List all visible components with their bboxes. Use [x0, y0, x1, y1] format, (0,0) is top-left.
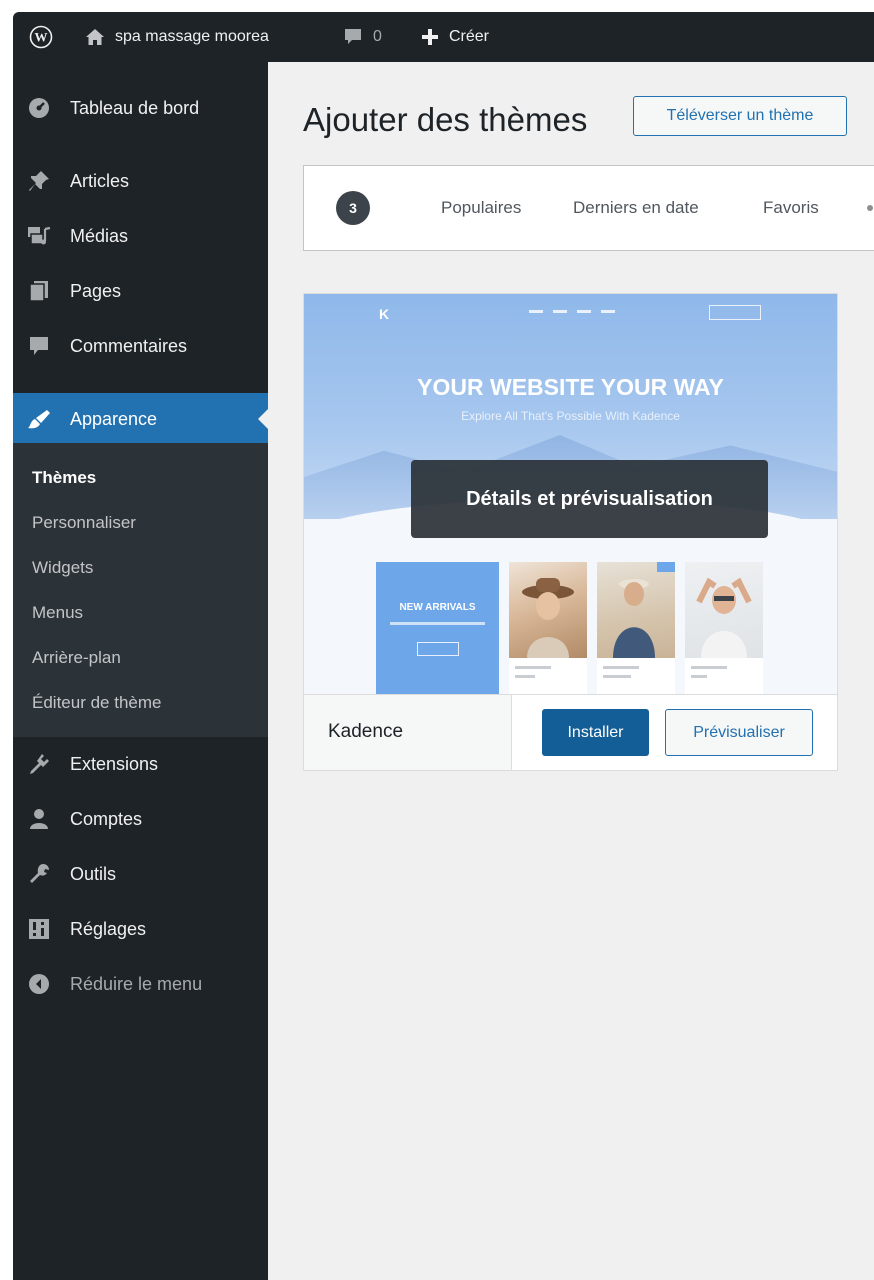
theme-filter-bar: 3 Populaires Derniers en date Favoris	[303, 165, 874, 251]
comments-count: 0	[373, 28, 382, 45]
sidebar-item-articles[interactable]: Articles	[13, 159, 268, 203]
kadence-logo-icon: K	[379, 306, 390, 322]
create-label: Créer	[449, 28, 490, 45]
filter-overflow-indicator	[867, 205, 873, 211]
sidebar-item-label: Extensions	[70, 753, 159, 774]
site-name: spa massage moorea	[115, 28, 269, 45]
pages-icon	[27, 279, 51, 303]
site-name-link[interactable]: spa massage moorea	[85, 12, 269, 62]
users-icon	[27, 807, 51, 831]
submenu-item-menus[interactable]: Menus	[32, 603, 83, 623]
pin-icon	[27, 169, 51, 193]
sidebar-item-commentaires[interactable]: Commentaires	[13, 324, 268, 368]
brush-icon	[27, 407, 51, 431]
sidebar-item-label: Réglages	[70, 918, 147, 939]
create-new-link[interactable]: Créer	[421, 12, 489, 62]
submenu-item-arriere-plan[interactable]: Arrière-plan	[32, 648, 121, 668]
home-icon	[85, 28, 105, 46]
product-photo	[685, 562, 763, 658]
submenu-item-themes[interactable]: Thèmes	[32, 468, 96, 488]
media-icon	[27, 224, 51, 248]
details-preview-overlay[interactable]: Détails et prévisualisation	[411, 460, 768, 538]
filter-derniers[interactable]: Derniers en date	[573, 198, 699, 218]
collapse-menu-label: Réduire le menu	[70, 973, 203, 994]
preview-product-tiles: NEW ARRIVALS	[376, 562, 766, 694]
submenu-item-widgets[interactable]: Widgets	[32, 558, 93, 578]
product-photo	[509, 562, 587, 658]
product-tile	[509, 562, 587, 694]
theme-name-area: Kadence	[304, 695, 512, 770]
appearance-submenu: Thèmes Personnaliser Widgets Menus Arriè…	[13, 443, 268, 737]
comment-icon	[343, 28, 363, 46]
page-title: Ajouter des thèmes	[303, 101, 588, 138]
sidebar-item-label: Pages	[70, 280, 122, 301]
plugin-icon	[27, 752, 51, 776]
upload-theme-button[interactable]: Téléverser un thème	[633, 96, 847, 136]
admin-bar: W spa massage moorea 0 Créer	[13, 12, 874, 62]
active-indicator	[258, 409, 268, 429]
sidebar-item-reglages[interactable]: Réglages	[13, 907, 268, 951]
filter-populaires[interactable]: Populaires	[441, 198, 521, 218]
theme-count-badge: 3	[336, 191, 370, 225]
admin-sidebar: Tableau de bord Articles Médias Pages Co	[13, 62, 268, 1280]
sidebar-item-label: Apparence	[70, 408, 158, 429]
comment-icon	[27, 334, 51, 358]
sidebar-item-label: Commentaires	[70, 335, 188, 356]
svg-text:W: W	[35, 30, 48, 45]
sidebar-item-label: Comptes	[70, 808, 143, 829]
submenu-item-editeur-theme[interactable]: Éditeur de thème	[32, 693, 161, 713]
plus-icon	[421, 28, 439, 46]
wrench-icon	[27, 862, 51, 886]
sidebar-item-apparence[interactable]: Apparence	[13, 393, 268, 445]
preview-nav-button	[709, 305, 761, 320]
sidebar-item-pages[interactable]: Pages	[13, 269, 268, 313]
sidebar-item-comptes[interactable]: Comptes	[13, 797, 268, 841]
product-tile	[597, 562, 675, 694]
collapse-arrow-icon	[27, 972, 51, 996]
filter-favoris[interactable]: Favoris	[763, 198, 819, 218]
preview-hero-subtitle: Explore All That's Possible With Kadence	[461, 409, 680, 423]
sidebar-item-label: Articles	[70, 170, 130, 191]
theme-screenshot[interactable]: K YOUR WEBSITE YOUR WAY Explore All That…	[304, 294, 837, 694]
wp-admin-window: W spa massage moorea 0 Créer Tableau de …	[13, 12, 874, 1280]
preview-nav	[529, 310, 615, 313]
preview-hero-title: YOUR WEBSITE YOUR WAY	[417, 374, 724, 400]
theme-name: Kadence	[328, 721, 404, 742]
install-button[interactable]: Installer	[542, 709, 649, 756]
product-tile	[685, 562, 763, 694]
new-arrivals-tile: NEW ARRIVALS	[376, 562, 499, 694]
preview-button[interactable]: Prévisualiser	[665, 709, 813, 756]
submenu-item-personnaliser[interactable]: Personnaliser	[32, 513, 136, 533]
sidebar-item-label: Médias	[70, 225, 129, 246]
sidebar-item-label: Tableau de bord	[70, 97, 200, 118]
settings-icon	[27, 917, 51, 941]
product-photo	[597, 562, 675, 658]
collapse-menu-button[interactable]: Réduire le menu	[13, 962, 268, 1006]
theme-card-footer: Kadence Installer Prévisualiser	[304, 694, 837, 770]
new-arrivals-label: NEW ARRIVALS	[399, 602, 476, 613]
dashboard-icon	[27, 96, 51, 120]
theme-card[interactable]: K YOUR WEBSITE YOUR WAY Explore All That…	[303, 293, 838, 771]
sidebar-item-dashboard[interactable]: Tableau de bord	[13, 86, 268, 130]
sidebar-item-label: Outils	[70, 863, 117, 884]
comments-link[interactable]: 0	[343, 12, 382, 62]
sidebar-item-extensions[interactable]: Extensions	[13, 742, 268, 786]
sidebar-item-outils[interactable]: Outils	[13, 852, 268, 896]
sidebar-item-medias[interactable]: Médias	[13, 214, 268, 258]
wordpress-logo-icon[interactable]: W	[29, 12, 53, 62]
